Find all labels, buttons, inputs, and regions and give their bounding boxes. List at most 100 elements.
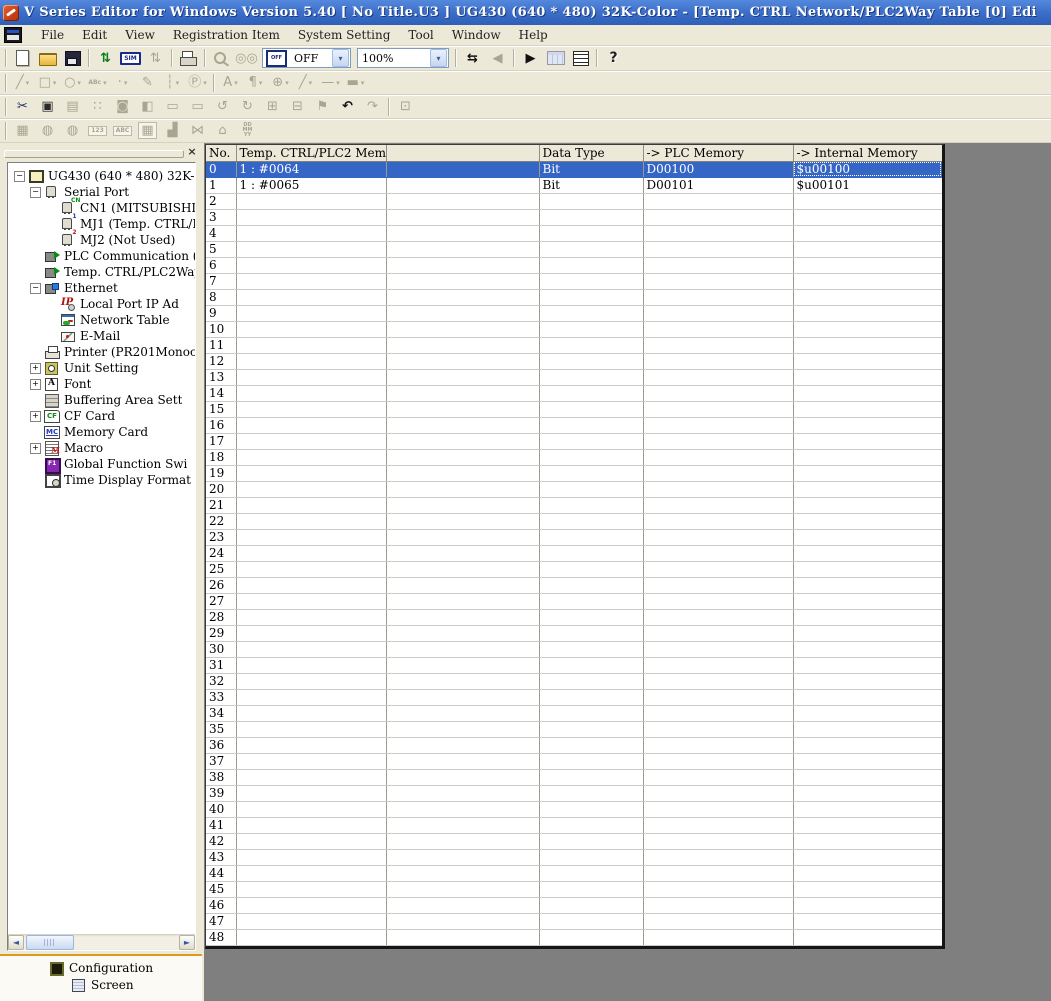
cell-blank[interactable] [386, 337, 539, 353]
cell-internal-memory[interactable] [793, 721, 942, 737]
cell-temp-ctrl-plc2-mem[interactable] [236, 513, 386, 529]
cell-no[interactable]: 27 [206, 593, 236, 609]
fill-style-button[interactable]: ▬▾ [343, 72, 368, 93]
cell-data-type[interactable] [539, 209, 643, 225]
cell-data-type[interactable]: Bit [539, 161, 643, 177]
cell-no[interactable]: 12 [206, 353, 236, 369]
cell-no[interactable]: 3 [206, 209, 236, 225]
cell-plc-memory[interactable] [643, 241, 793, 257]
scrollbar-track[interactable] [24, 934, 179, 950]
sim-button[interactable] [118, 48, 143, 69]
cell-no[interactable]: 20 [206, 481, 236, 497]
cell-plc-memory[interactable] [643, 529, 793, 545]
cell-data-type[interactable] [539, 833, 643, 849]
cell-blank[interactable] [386, 529, 539, 545]
ellipse-tool-button[interactable]: ○▾ [60, 72, 85, 93]
cell-data-type[interactable] [539, 657, 643, 673]
cell-internal-memory[interactable] [793, 657, 942, 673]
cell-data-type[interactable] [539, 641, 643, 657]
cell-no[interactable]: 47 [206, 913, 236, 929]
cell-no[interactable]: 48 [206, 929, 236, 945]
cell-plc-memory[interactable] [643, 353, 793, 369]
help-button[interactable]: ? [601, 48, 626, 69]
date-part-button[interactable]: DD MM YY [235, 120, 260, 141]
tree-item-network-table[interactable]: Network Table [8, 312, 195, 328]
cell-temp-ctrl-plc2-mem[interactable] [236, 561, 386, 577]
cell-temp-ctrl-plc2-mem[interactable] [236, 929, 386, 945]
cell-blank[interactable] [386, 737, 539, 753]
cell-no[interactable]: 33 [206, 689, 236, 705]
cell-internal-memory[interactable] [793, 641, 942, 657]
cell-plc-memory[interactable] [643, 385, 793, 401]
cell-plc-memory[interactable] [643, 449, 793, 465]
cell-internal-memory[interactable] [793, 321, 942, 337]
tree-item-local-port-ip-ad[interactable]: Local Port IP Ad [8, 296, 195, 312]
tree-item-mj1-temp-ctrl-p[interactable]: 1MJ1 (Temp. CTRL/P [8, 216, 195, 232]
cell-data-type[interactable] [539, 785, 643, 801]
cell-temp-ctrl-plc2-mem[interactable] [236, 913, 386, 929]
cell-temp-ctrl-plc2-mem[interactable] [236, 833, 386, 849]
cell-plc-memory[interactable] [643, 193, 793, 209]
cell-internal-memory[interactable] [793, 545, 942, 561]
cell-data-type[interactable] [539, 465, 643, 481]
collapse-icon[interactable]: − [30, 187, 41, 198]
cell-plc-memory[interactable] [643, 657, 793, 673]
cell-plc-memory[interactable] [643, 817, 793, 833]
cell-plc-memory[interactable]: D00100 [643, 161, 793, 177]
cell-blank[interactable] [386, 561, 539, 577]
cell-data-type[interactable] [539, 449, 643, 465]
cell-plc-memory[interactable] [643, 273, 793, 289]
cell-data-type[interactable] [539, 929, 643, 945]
cell-temp-ctrl-plc2-mem[interactable] [236, 689, 386, 705]
cell-internal-memory[interactable] [793, 625, 942, 641]
cell-blank[interactable] [386, 833, 539, 849]
cell-data-type[interactable] [539, 257, 643, 273]
cell-temp-ctrl-plc2-mem[interactable] [236, 497, 386, 513]
tree-item-cn1-mitsubishi-e[interactable]: CNCN1 (MITSUBISHI E [8, 200, 195, 216]
switch-part-button[interactable]: ▦ [10, 120, 35, 141]
cell-temp-ctrl-plc2-mem[interactable] [236, 753, 386, 769]
cell-internal-memory[interactable]: $u00100 [793, 161, 942, 177]
rotate-left-button[interactable]: ↺ [210, 96, 235, 117]
cell-blank[interactable] [386, 673, 539, 689]
scale-tool-button[interactable]: ┆▾ [160, 72, 185, 93]
cell-temp-ctrl-plc2-mem[interactable] [236, 225, 386, 241]
frame-select2-button[interactable]: ▭ [185, 96, 210, 117]
cell-data-type[interactable] [539, 385, 643, 401]
cell-temp-ctrl-plc2-mem[interactable] [236, 481, 386, 497]
cell-blank[interactable] [386, 209, 539, 225]
cell-no[interactable]: 31 [206, 657, 236, 673]
cell-no[interactable]: 22 [206, 513, 236, 529]
pen-style-button[interactable]: ¶▾ [243, 72, 268, 93]
cell-data-type[interactable] [539, 337, 643, 353]
multi-view-button[interactable]: ◎◎ [234, 48, 259, 69]
text-tool-button[interactable]: ABc▾ [85, 72, 110, 93]
transfer-button[interactable]: ⇅ [93, 48, 118, 69]
tree-item-plc-communication-m[interactable]: PLC Communication (M [8, 248, 195, 264]
cell-temp-ctrl-plc2-mem[interactable] [236, 257, 386, 273]
cell-blank[interactable] [386, 305, 539, 321]
cell-plc-memory[interactable] [643, 337, 793, 353]
cell-data-type[interactable] [539, 561, 643, 577]
cell-no[interactable]: 6 [206, 257, 236, 273]
child-window-icon[interactable] [4, 27, 22, 43]
cell-plc-memory[interactable] [643, 545, 793, 561]
cell-no[interactable]: 45 [206, 881, 236, 897]
menu-registration-item[interactable]: Registration Item [164, 26, 289, 44]
menu-tool[interactable]: Tool [399, 26, 442, 44]
display-state-combo[interactable]: OFF OFF ▾ [262, 48, 351, 68]
open-folder-button[interactable] [35, 48, 60, 69]
cell-internal-memory[interactable] [793, 465, 942, 481]
cell-data-type[interactable] [539, 353, 643, 369]
zoom-combo[interactable]: 100% ▾ [357, 48, 449, 68]
cell-internal-memory[interactable] [793, 865, 942, 881]
cell-blank[interactable] [386, 449, 539, 465]
cell-temp-ctrl-plc2-mem[interactable] [236, 705, 386, 721]
cell-internal-memory[interactable] [793, 817, 942, 833]
cell-data-type[interactable] [539, 689, 643, 705]
panel-drag-handle[interactable] [4, 150, 184, 158]
cell-no[interactable]: 37 [206, 753, 236, 769]
cell-no[interactable]: 2 [206, 193, 236, 209]
cell-plc-memory[interactable] [643, 785, 793, 801]
cell-plc-memory[interactable] [643, 641, 793, 657]
